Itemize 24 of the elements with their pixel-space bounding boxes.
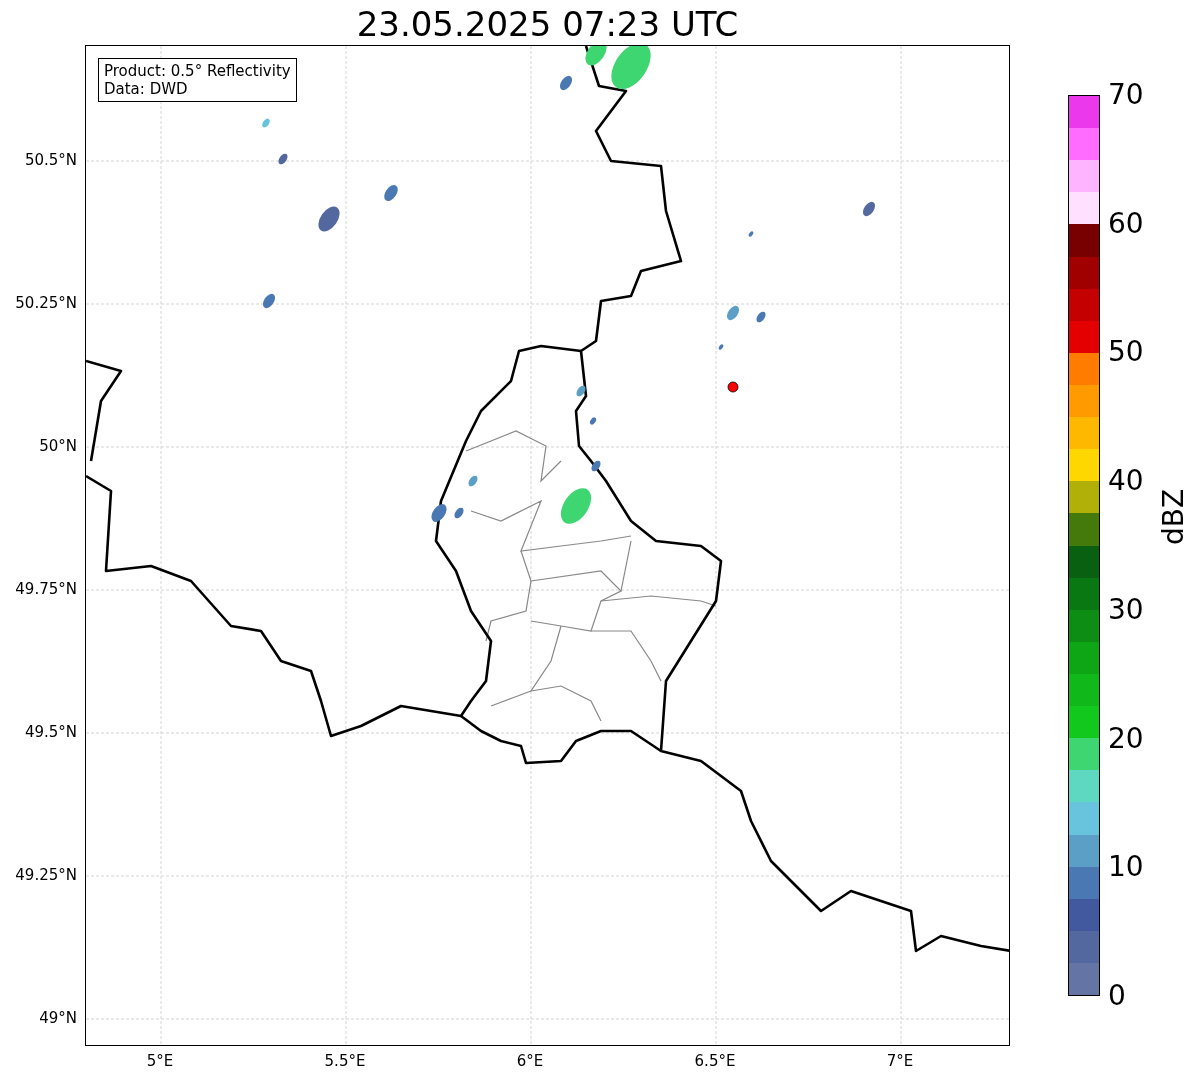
colorbar-tick-label: 10 [1108,853,1144,882]
latitude-label: 49°N [39,1009,77,1027]
latitude-label: 50°N [39,437,77,455]
latitude-label: 50.25°N [15,294,77,312]
chart-title: 23.05.2025 07:23 UTC [356,4,739,44]
latitude-label: 49.5°N [24,723,77,741]
longitude-label: 6°E [516,1052,544,1070]
colorbar-tick-label: 50 [1108,338,1144,367]
longitude-label: 5°E [146,1052,174,1070]
longitude-label: 6.5°E [694,1052,736,1070]
colorbar-label: dBZ [1160,488,1188,545]
latitude-label: 49.25°N [15,866,77,884]
colorbar-tick-label: 20 [1108,724,1144,753]
colorbar-tick-label: 60 [1108,209,1144,238]
latitude-label: 50.5°N [24,151,77,169]
colorbar-tick-label: 40 [1108,467,1144,496]
legend-text: Product: 0.5° Reflectivity [104,62,291,80]
colorbar-tick-label: 0 [1108,982,1126,1010]
colorbar-tick-label: 70 [1108,81,1144,109]
legend-text: Data: DWD [104,80,189,98]
longitude-label: 7°E [886,1052,914,1070]
latitude-label: 49.75°N [15,580,77,598]
longitude-label: 5.5°E [324,1052,366,1070]
colorbar-tick-label: 30 [1108,595,1144,624]
